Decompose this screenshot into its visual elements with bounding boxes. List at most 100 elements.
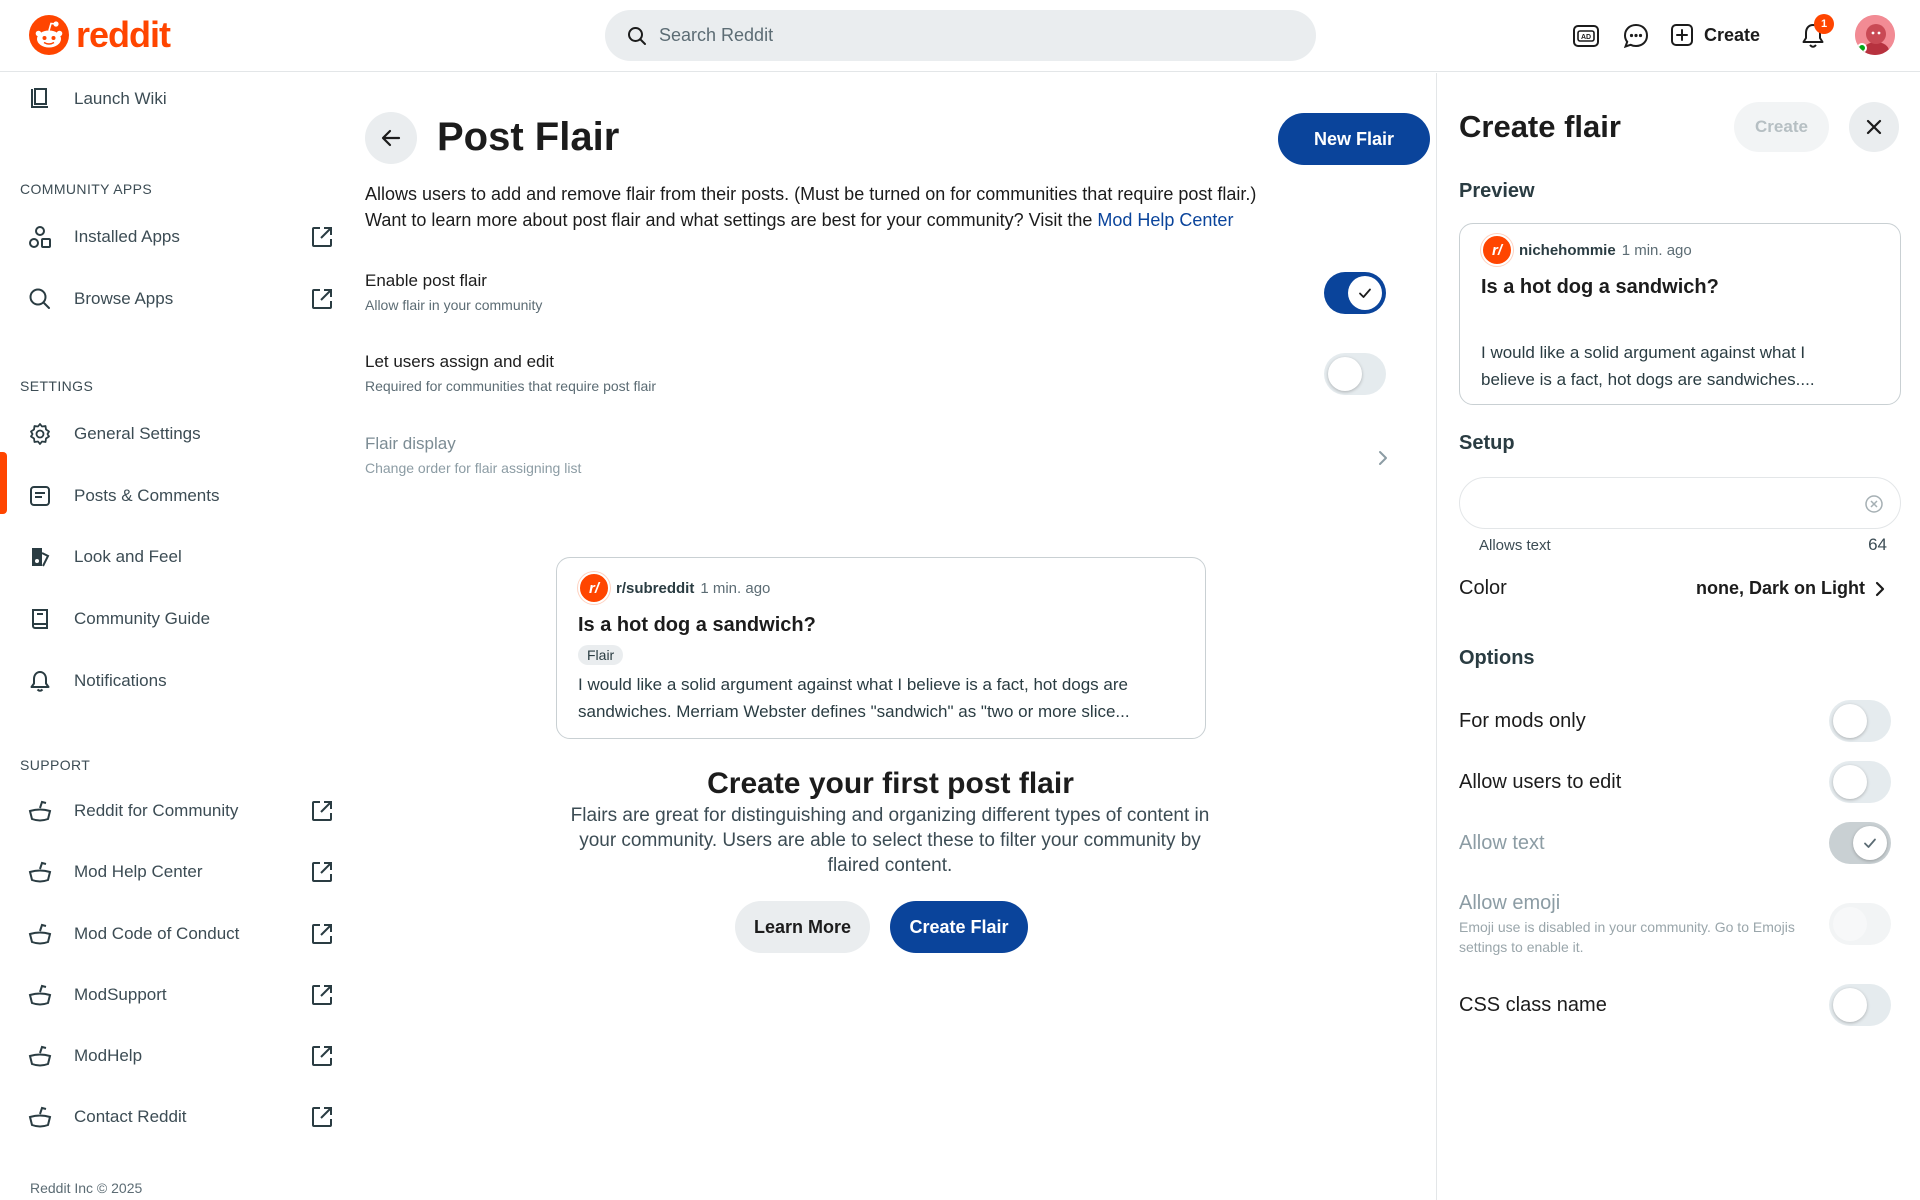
- mods-only-toggle[interactable]: [1829, 700, 1891, 742]
- sidebar-item-reddit-for-community[interactable]: Reddit for Community: [20, 785, 340, 837]
- post-title: Is a hot dog a sandwich?: [1481, 276, 1719, 298]
- sidebar-item-look-and-feel[interactable]: Look and Feel: [20, 531, 340, 583]
- learn-more-button[interactable]: Learn More: [735, 901, 870, 953]
- sidebar-item-installed-apps[interactable]: Installed Apps: [20, 211, 340, 263]
- sidebar-item-notifications[interactable]: Notifications: [20, 655, 340, 707]
- sidebar-item-label: General Settings: [74, 424, 201, 443]
- support-heading: SUPPORT: [20, 757, 91, 773]
- sidebar-item-community-guide[interactable]: Community Guide: [20, 593, 340, 645]
- snoo-icon: [20, 852, 60, 892]
- create-flair-panel: Create flair Create Preview r/ nichehomm…: [1436, 73, 1920, 1200]
- reddit-snoo-icon: [29, 15, 69, 55]
- chevron-right-icon: [1379, 451, 1387, 465]
- sidebar-item-label: ModSupport: [74, 985, 167, 1004]
- toggle-knob: [1833, 765, 1867, 799]
- allows-text-hint: Allows text: [1479, 537, 1551, 554]
- sidebar-item-label: Community Guide: [74, 609, 211, 628]
- sidebar-item-posts-comments[interactable]: Posts & Comments: [20, 470, 340, 522]
- search-bar[interactable]: [605, 10, 1316, 61]
- sidebar-item-label: Contact Reddit: [74, 1107, 187, 1126]
- color-selector[interactable]: none, Dark on Light: [1677, 578, 1885, 599]
- setting-enable-post-flair: Enable post flair Allow flair in your co…: [365, 271, 1395, 331]
- empty-state-description: Flairs are great for distinguishing and …: [570, 805, 1210, 876]
- post-meta: r/ nichehommie 1 min. ago: [1481, 234, 1879, 266]
- community-apps-heading: COMMUNITY APPS: [20, 181, 153, 197]
- active-item-indicator: [0, 452, 7, 514]
- post-body: I would like a solid argument against wh…: [1481, 339, 1879, 393]
- chevron-right-icon: [1875, 581, 1885, 596]
- setting-flair-display[interactable]: Flair display Change order for flair ass…: [365, 434, 1395, 494]
- allow-emoji-toggle[interactable]: [1829, 903, 1891, 945]
- create-label: Create: [1704, 24, 1761, 45]
- settings-heading: SETTINGS: [20, 378, 94, 394]
- sidebar-item-mod-code-of-conduct[interactable]: Mod Code of Conduct: [20, 908, 340, 960]
- setting-subtitle: Allow flair in your community: [365, 297, 543, 313]
- flair-example-card: r/ r/subreddit 1 min. ago Is a hot dog a…: [556, 557, 1206, 739]
- clear-input-icon[interactable]: [1864, 494, 1884, 514]
- svg-text:AD: AD: [1581, 34, 1591, 41]
- user-avatar[interactable]: [1855, 15, 1895, 55]
- footer-copyright: Reddit Inc © 2025: [30, 1180, 143, 1196]
- search-icon: [20, 279, 60, 319]
- setting-title: Flair display: [365, 434, 456, 453]
- sidebar-item-label: Mod Help Center: [74, 862, 203, 881]
- sidebar-item-label: Installed Apps: [74, 227, 180, 246]
- sidebar-item-mod-help-center[interactable]: Mod Help Center: [20, 846, 340, 898]
- color-value: none, Dark on Light: [1696, 578, 1865, 598]
- mod-help-center-link[interactable]: Mod Help Center: [1097, 210, 1233, 230]
- subreddit-icon: r/: [1481, 234, 1513, 266]
- snoo-icon: [20, 1097, 60, 1137]
- post-time: 1 min. ago: [700, 579, 771, 597]
- subreddit-icon: r/: [578, 572, 610, 604]
- reddit-logo[interactable]: reddit: [28, 14, 171, 56]
- allow-text-toggle[interactable]: [1829, 822, 1891, 864]
- chat-icon: [1623, 23, 1649, 49]
- create-flair-button[interactable]: Create Flair: [890, 901, 1028, 953]
- sidebar-item-label: Browse Apps: [74, 289, 174, 308]
- sidebar-item-modhelp[interactable]: ModHelp: [20, 1030, 340, 1082]
- panel-create-button[interactable]: Create: [1734, 102, 1829, 152]
- sidebar-item-contact-reddit[interactable]: Contact Reddit: [20, 1091, 340, 1143]
- new-flair-button[interactable]: New Flair: [1278, 113, 1430, 165]
- allow-users-to-edit-toggle[interactable]: [1829, 761, 1891, 803]
- post-meta: r/ r/subreddit 1 min. ago: [578, 572, 1184, 604]
- sidebar-item-label: ModHelp: [74, 1046, 143, 1065]
- external-link-icon: [310, 287, 334, 311]
- external-link-icon: [310, 1044, 334, 1068]
- toggle-knob: [1328, 357, 1362, 391]
- sidebar-item-launch-wiki[interactable]: Launch Wiki: [20, 73, 340, 125]
- chat-button[interactable]: [1618, 18, 1654, 54]
- sidebar-item-label: Launch Wiki: [74, 89, 167, 108]
- enable-post-flair-toggle[interactable]: [1324, 272, 1386, 314]
- sidebar-item-browse-apps[interactable]: Browse Apps: [20, 273, 340, 325]
- apps-icon: [20, 217, 60, 257]
- flair-tag: Flair: [578, 645, 624, 665]
- flair-preview-card: r/ nichehommie 1 min. ago Is a hot dog a…: [1459, 223, 1901, 405]
- snoo-icon: [20, 1036, 60, 1076]
- online-status-dot: [1857, 43, 1867, 53]
- external-link-icon: [310, 1105, 334, 1129]
- left-sidebar: Launch Wiki COMMUNITY APPS Installed App…: [0, 73, 345, 1200]
- sidebar-item-general-settings[interactable]: General Settings: [20, 408, 340, 460]
- setting-title: Let users assign and edit: [365, 352, 555, 371]
- sidebar-item-label: Posts & Comments: [74, 486, 220, 505]
- create-post-button[interactable]: Create: [1670, 15, 1760, 55]
- toggle-knob: [1833, 988, 1867, 1022]
- let-users-assign-toggle[interactable]: [1324, 353, 1386, 395]
- close-panel-button[interactable]: [1849, 102, 1899, 152]
- setting-title: Enable post flair: [365, 271, 487, 290]
- character-count: 64: [1868, 535, 1887, 554]
- back-button[interactable]: [365, 112, 417, 164]
- toggle-knob: [1348, 276, 1382, 310]
- search-input[interactable]: [659, 25, 1259, 46]
- css-class-name-toggle[interactable]: [1829, 984, 1891, 1026]
- bell-icon: [20, 661, 60, 701]
- gear-icon: [20, 414, 60, 454]
- flair-text-field[interactable]: [1459, 477, 1901, 529]
- advertise-button[interactable]: AD: [1568, 18, 1604, 54]
- description-line-2: Want to learn more about post flair and …: [365, 207, 1365, 233]
- sidebar-item-label: Look and Feel: [74, 547, 182, 566]
- setup-heading: Setup: [1459, 432, 1515, 454]
- sidebar-item-modsupport[interactable]: ModSupport: [20, 969, 340, 1021]
- flair-text-input[interactable]: [1478, 491, 1848, 517]
